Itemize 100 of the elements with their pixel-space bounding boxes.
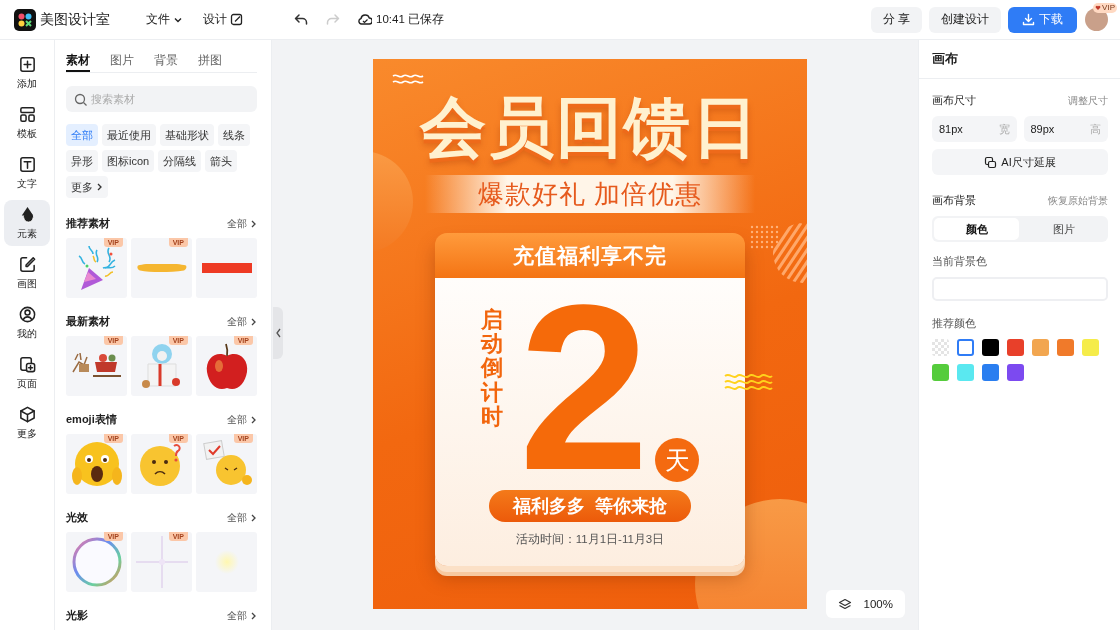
rail-item[interactable]: 元素 <box>4 200 50 246</box>
section-label: 画布背景 <box>932 193 976 208</box>
section-title: 推荐素材 <box>66 216 110 231</box>
color-swatch[interactable] <box>982 364 999 381</box>
event-date: 活动时间：11月1日-11月3日 <box>515 532 665 547</box>
filter-chip[interactable]: 分隔线 <box>158 150 202 172</box>
filter-chip[interactable]: 基础形状 <box>160 124 214 146</box>
filter-chip[interactable]: 最近使用 <box>102 124 156 146</box>
segment-tab[interactable]: 图片 <box>1021 218 1106 240</box>
chevron-right-icon <box>249 316 257 327</box>
panel-title: 画布 <box>919 40 1120 79</box>
panel-tab[interactable]: 背景 <box>154 50 178 72</box>
color-swatch[interactable] <box>957 339 974 356</box>
panel-tab[interactable]: 素材 <box>66 50 90 72</box>
poster-title: 会员回馈日 <box>420 89 760 165</box>
section-title: 最新素材 <box>66 314 110 329</box>
section-title: emoji表情 <box>66 412 117 427</box>
vip-badge: VIP <box>1093 3 1117 13</box>
color-swatch[interactable] <box>957 364 974 381</box>
rail-item[interactable]: 画图 <box>4 250 50 296</box>
heart-icon <box>1095 5 1102 11</box>
see-all-link[interactable]: 全部 <box>227 216 257 231</box>
chevron-right-icon <box>249 610 257 621</box>
poster-subtitle: 爆款好礼 加倍优惠 <box>477 177 703 211</box>
menu-button[interactable]: 文件 <box>146 12 183 27</box>
filter-chip[interactable]: 图标icon <box>102 150 155 172</box>
app-name: 美图设计室 <box>40 10 110 29</box>
rail-item[interactable]: 添加 <box>4 50 50 96</box>
day-badge: 天 <box>655 438 700 482</box>
color-swatch[interactable] <box>1007 364 1024 381</box>
color-swatch[interactable] <box>982 339 999 356</box>
more-button[interactable]: 更多 <box>66 176 108 198</box>
action-button[interactable]: 分 享 <box>870 6 922 33</box>
filter-chip[interactable]: 线条 <box>218 124 250 146</box>
see-all-link[interactable]: 全部 <box>227 314 257 329</box>
see-all-link[interactable]: 全部 <box>227 412 257 427</box>
see-all-link[interactable]: 全部 <box>227 608 257 623</box>
ai-extend-button[interactable]: AI尺寸延展 <box>932 149 1108 175</box>
wave-icon <box>392 73 424 85</box>
rail-item[interactable]: 页面 <box>4 350 50 396</box>
slogan-banner: 福利多多 等你来抢 <box>489 490 691 522</box>
action-button[interactable]: 下载 <box>1008 6 1077 33</box>
field-label: 当前背景色 <box>932 254 988 269</box>
section-title: 光影 <box>66 608 88 623</box>
unit-label: 高 <box>1090 123 1101 137</box>
save-status: 10:41 已保存 <box>376 12 444 27</box>
color-swatch[interactable] <box>1057 339 1074 356</box>
restore-link[interactable]: 恢复原始背景 <box>1048 193 1108 208</box>
card-header: 充值福利享不完 <box>435 233 745 278</box>
filter-chip[interactable]: 全部 <box>66 124 98 146</box>
wave-icon <box>724 372 774 392</box>
color-swatch[interactable] <box>1007 339 1024 356</box>
section-label: 画布尺寸 <box>932 93 976 108</box>
resize-icon <box>984 155 998 169</box>
rail-item[interactable]: 模板 <box>4 100 50 146</box>
layers-icon[interactable] <box>837 598 852 610</box>
search-icon <box>74 93 87 106</box>
filter-chip[interactable]: 箭头 <box>205 150 238 172</box>
rail-item[interactable]: 文字 <box>4 150 50 196</box>
menu-button[interactable]: 设计 <box>203 12 243 27</box>
color-swatch[interactable] <box>932 364 949 381</box>
transparent-swatch[interactable] <box>932 339 949 356</box>
text-icon <box>17 155 37 174</box>
edit-icon[interactable] <box>230 13 243 26</box>
template-icon <box>17 105 37 124</box>
download-icon <box>1022 13 1035 26</box>
panel-tab[interactable]: 拼图 <box>198 50 222 72</box>
filter-chip[interactable]: 异形 <box>66 150 98 172</box>
brush-stroke-drawing <box>136 264 187 272</box>
see-all-link[interactable]: 全部 <box>227 510 257 525</box>
color-swatch[interactable] <box>1032 339 1049 356</box>
resize-link[interactable]: 调整尺寸 <box>1068 93 1108 108</box>
dot-pattern-icon <box>749 224 779 250</box>
countdown-number: 2 <box>518 298 650 478</box>
chevron-right-icon <box>249 414 257 425</box>
asset-thumbnail[interactable] <box>196 238 257 298</box>
chevron-left-icon <box>274 328 282 338</box>
page-icon <box>17 355 37 374</box>
asset-thumbnail[interactable] <box>196 532 257 592</box>
collapse-handle[interactable] <box>273 307 283 359</box>
undo-icon[interactable] <box>293 11 309 28</box>
chevron-right-icon <box>95 182 103 192</box>
cloud-saved-icon <box>357 12 372 27</box>
color-swatch[interactable] <box>1082 339 1099 356</box>
action-button[interactable]: 创建设计 <box>929 6 1001 33</box>
zoom-level[interactable]: 100% <box>863 598 893 610</box>
panel-tab[interactable]: 图片 <box>110 50 134 72</box>
user-icon <box>17 305 37 324</box>
rail-item[interactable]: 我的 <box>4 300 50 346</box>
add-icon <box>17 55 37 74</box>
search-field[interactable]: 搜索素材 <box>66 86 257 112</box>
logo-icon <box>14 8 36 31</box>
chevron-right-icon <box>249 218 257 229</box>
section-title: 光效 <box>66 510 88 525</box>
rail-item[interactable]: 更多 <box>4 400 50 446</box>
segment-tab[interactable]: 颜色 <box>934 218 1019 240</box>
cube-icon <box>17 405 37 424</box>
chevron-right-icon <box>249 512 257 523</box>
draw-icon <box>17 255 37 274</box>
field-label: 推荐颜色 <box>932 316 977 331</box>
